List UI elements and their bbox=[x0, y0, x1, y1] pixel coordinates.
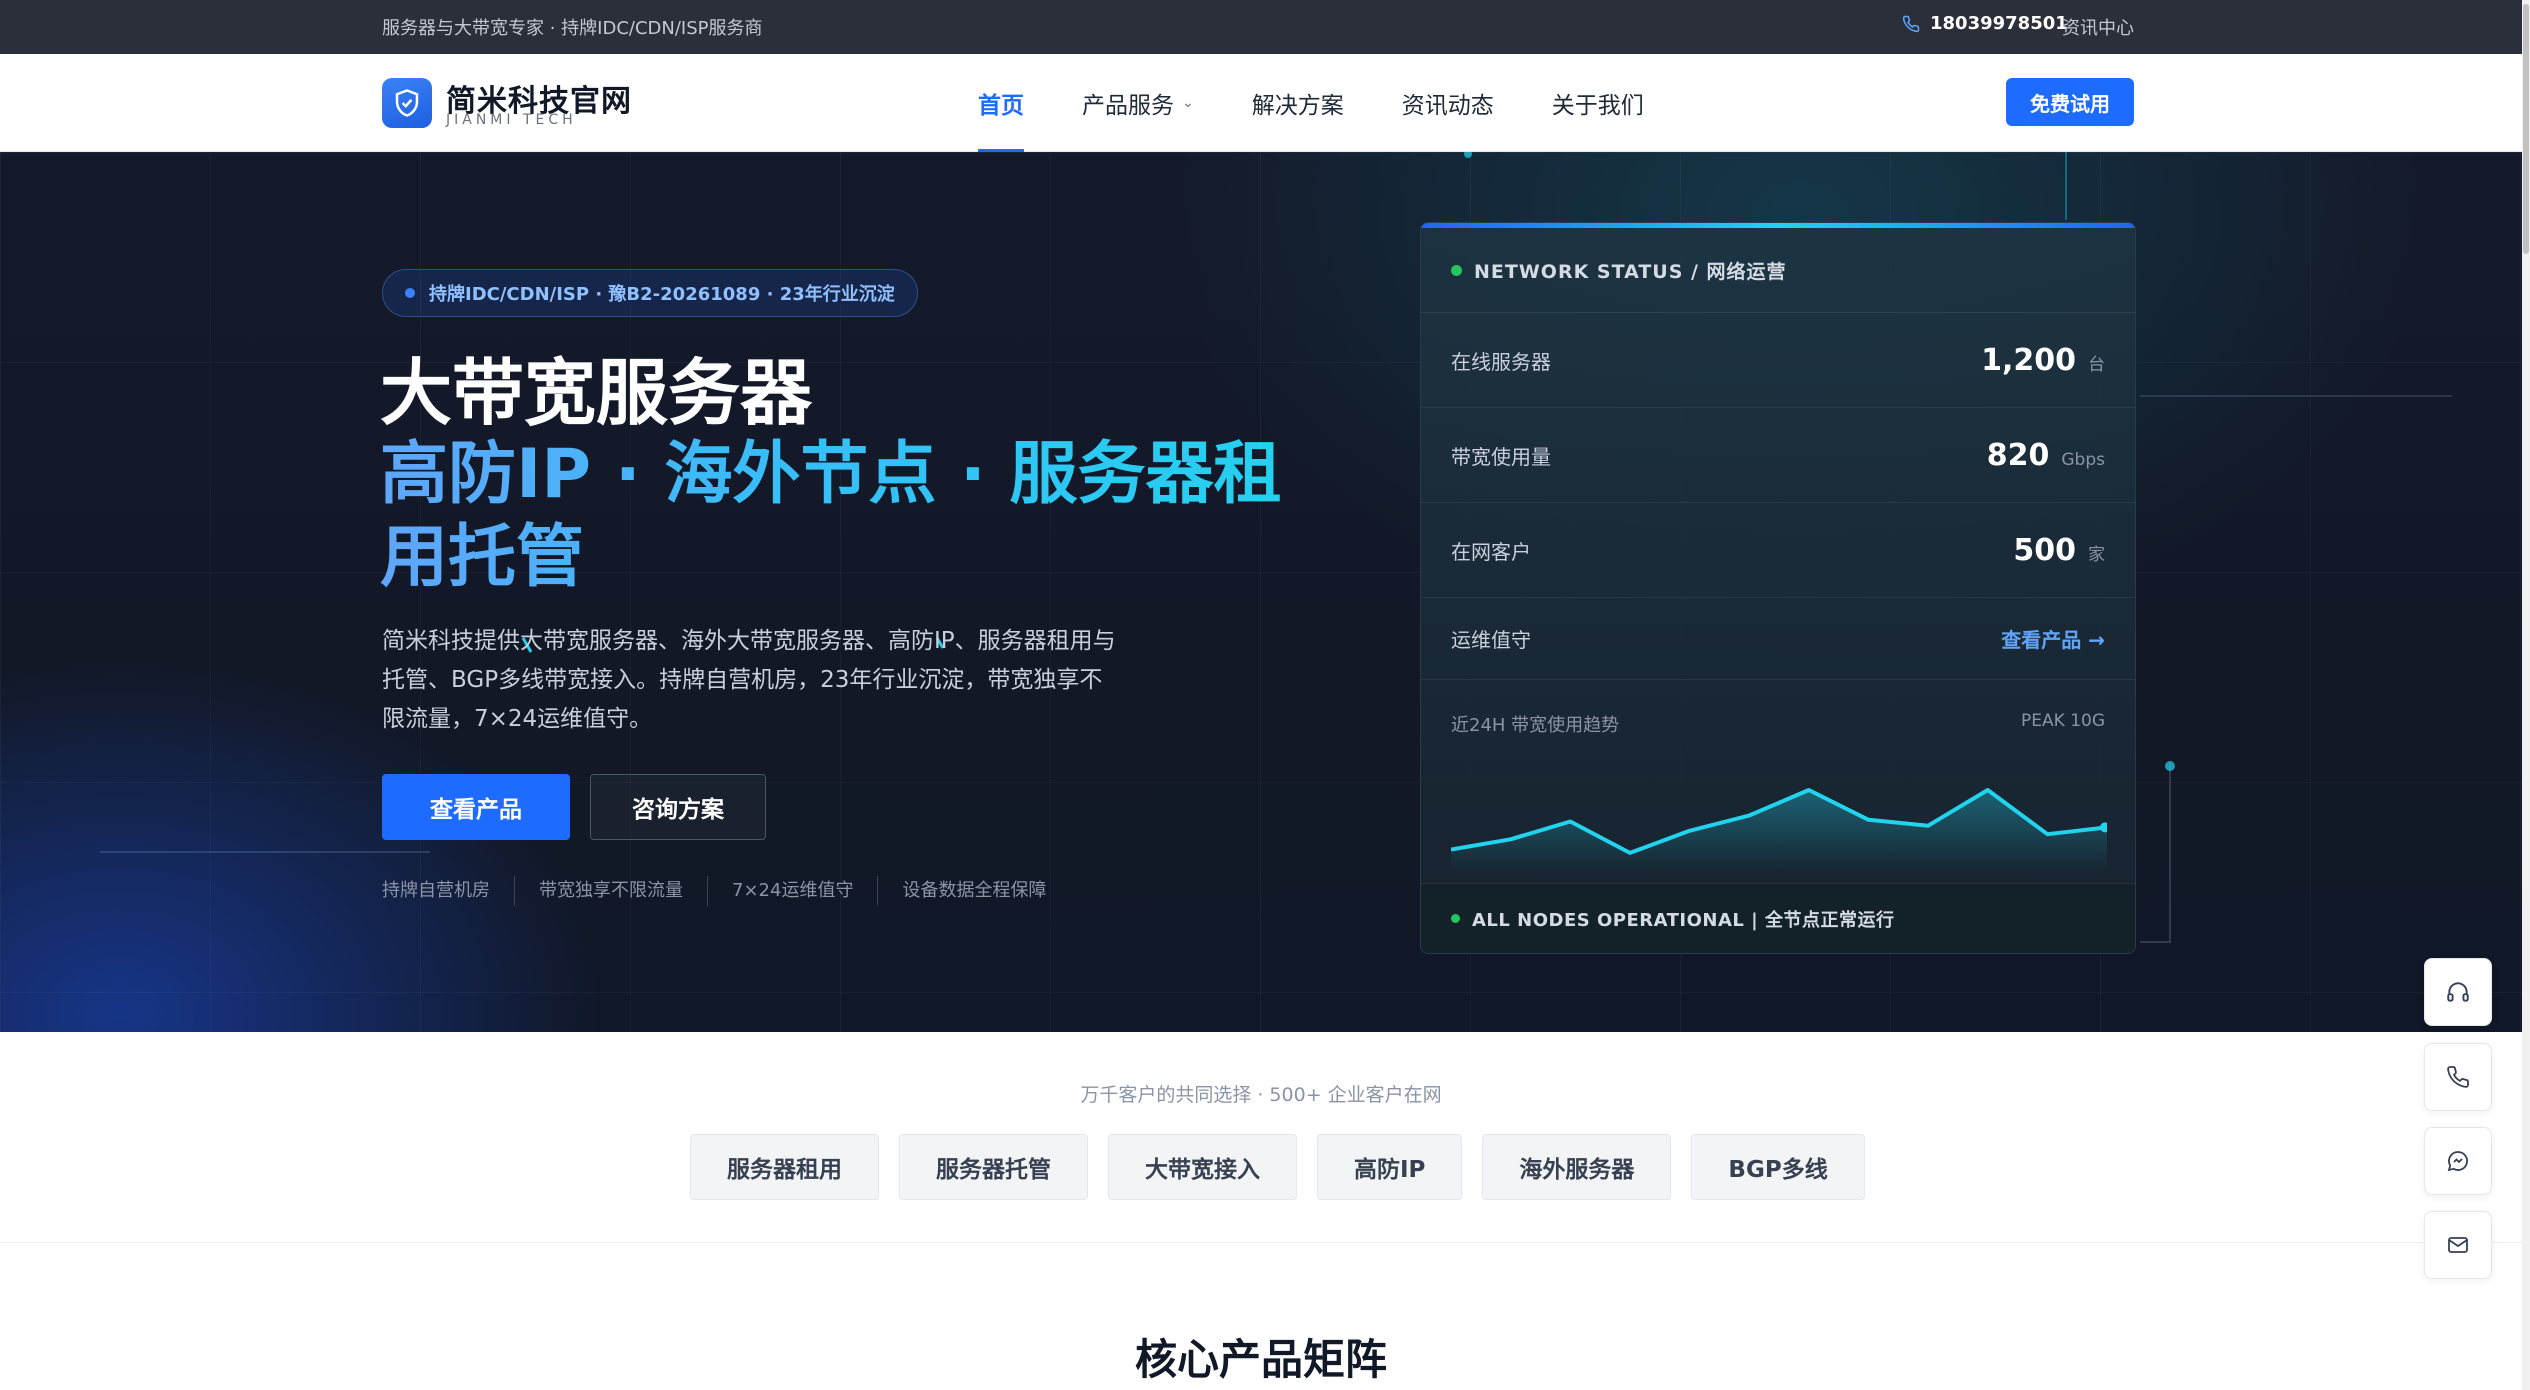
hero-feature-list: 持牌自营机房 带宽独享不限流量 7×24运维值守 设备数据全程保障 bbox=[382, 876, 1070, 906]
card-header: NETWORK STATUS / 网络运营 bbox=[1421, 228, 2135, 313]
feature-item: 持牌自营机房 bbox=[382, 880, 490, 901]
nav-item-news[interactable]: 资讯动态 bbox=[1402, 54, 1494, 152]
badge-dot-icon bbox=[405, 288, 415, 298]
nav-label: 产品服务 bbox=[1082, 93, 1174, 119]
stat-value: 820 Gbps bbox=[1987, 438, 2105, 473]
nav-label: 首页 bbox=[978, 93, 1024, 119]
stat-row-customers: 在网客户 500 家 bbox=[1421, 503, 2135, 598]
headset-icon bbox=[2447, 982, 2469, 1002]
hero-title: 大带宽服务器 bbox=[380, 351, 813, 435]
scrollbar-thumb[interactable] bbox=[2523, 4, 2529, 254]
chat-button[interactable] bbox=[2424, 1127, 2492, 1195]
stat-label: 带宽使用量 bbox=[1451, 444, 1551, 469]
stat-row-ops: 运维值守 查看产品 → bbox=[1421, 598, 2135, 680]
stat-label: 在线服务器 bbox=[1451, 349, 1551, 374]
top-info-bar: 服务器与大带宽专家 · 持牌IDC/CDN/ISP服务商 18039978501… bbox=[0, 0, 2522, 54]
customer-service-button[interactable] bbox=[2424, 958, 2492, 1026]
section-title: 核心产品矩阵 bbox=[1134, 1335, 1387, 1384]
top-phone[interactable]: 18039978501 bbox=[1902, 13, 2068, 34]
nav-label: 关于我们 bbox=[1551, 93, 1644, 119]
phone-button[interactable] bbox=[2424, 1043, 2492, 1111]
stat-number: 1,200 bbox=[1981, 342, 2076, 378]
card-footer-text: ALL NODES OPERATIONAL | 全节点正常运行 bbox=[1472, 909, 1895, 931]
status-dot-icon bbox=[1451, 914, 1460, 923]
feature-item: 带宽独享不限流量 bbox=[514, 876, 707, 906]
service-chip[interactable]: 服务器托管 bbox=[899, 1134, 1088, 1200]
consult-solution-button[interactable]: 咨询方案 bbox=[590, 774, 766, 840]
section-divider bbox=[0, 1242, 2522, 1243]
view-products-link[interactable]: 查看产品 → bbox=[2001, 624, 2105, 653]
chat-icon bbox=[2447, 1151, 2468, 1172]
network-status-card: NETWORK STATUS / 网络运营 在线服务器 1,200 台 带宽使用量… bbox=[1420, 222, 2136, 954]
view-products-button[interactable]: 查看产品 bbox=[382, 774, 570, 840]
nav-label: 解决方案 bbox=[1251, 93, 1344, 119]
nav-item-products[interactable]: 产品服务 ⌄ bbox=[1082, 54, 1194, 152]
service-chip[interactable]: BGP多线 bbox=[1691, 1134, 1865, 1200]
main-navbar: 简米科技官网 JIANMI TECH 首页 产品服务 ⌄ 解决方案 资讯动态 关于… bbox=[0, 54, 2522, 152]
stat-number: 820 bbox=[1986, 437, 2050, 473]
free-trial-button[interactable]: 免费试用 bbox=[2006, 78, 2134, 126]
hero-description: 简米科技提供大带宽服务器、海外大带宽服务器、高防IP、服务器租用与托管、BGP多… bbox=[382, 628, 1116, 733]
trend-label: 近24H 带宽使用趋势 bbox=[1451, 715, 1620, 736]
license-badge: 持牌IDC/CDN/ISP · 豫B2-20261089 · 23年行业沉淀 bbox=[382, 269, 918, 317]
hero-section: 持牌IDC/CDN/ISP · 豫B2-20261089 · 23年行业沉淀 大… bbox=[0, 152, 2522, 1032]
shield-check-icon bbox=[395, 89, 419, 117]
status-dot-icon bbox=[1451, 264, 1462, 276]
service-chip-list: 服务器租用 服务器托管 大带宽接入 高防IP 海外服务器 BGP多线 bbox=[690, 1134, 1865, 1200]
stat-unit: Gbps bbox=[2061, 449, 2105, 470]
stat-value: 500 家 bbox=[2013, 533, 2105, 568]
hero-subtitle: 高防IP · 海外节点 · 服务器租用托管 bbox=[380, 434, 1340, 600]
feature-item: 7×24运维值守 bbox=[707, 876, 877, 906]
stat-unit: 台 bbox=[2088, 354, 2105, 375]
service-chip[interactable]: 海外服务器 bbox=[1482, 1134, 1672, 1200]
card-footer: ALL NODES OPERATIONAL | 全节点正常运行 bbox=[1421, 883, 2135, 953]
nav-item-about[interactable]: 关于我们 bbox=[1552, 54, 1644, 152]
stat-unit: 家 bbox=[2088, 544, 2105, 565]
primary-nav: 首页 产品服务 ⌄ 解决方案 资讯动态 关于我们 bbox=[978, 54, 1702, 152]
news-center-link[interactable]: 资讯中心 bbox=[2062, 14, 2134, 40]
stat-label: 在网客户 bbox=[1451, 539, 1531, 564]
brand-subtitle: JIANMI TECH bbox=[446, 112, 577, 128]
clients-caption: 万千客户的共同选择 · 500+ 企业客户在网 bbox=[1080, 1084, 1442, 1106]
mail-icon bbox=[2448, 1237, 2468, 1253]
feature-item: 设备数据全程保障 bbox=[877, 876, 1070, 906]
stat-row-servers: 在线服务器 1,200 台 bbox=[1421, 313, 2135, 408]
stat-value: 1,200 台 bbox=[1981, 343, 2105, 378]
nav-item-solutions[interactable]: 解决方案 bbox=[1252, 54, 1344, 152]
service-chip[interactable]: 服务器租用 bbox=[690, 1134, 879, 1200]
badge-text: 持牌IDC/CDN/ISP · 豫B2-20261089 · 23年行业沉淀 bbox=[429, 284, 895, 305]
stat-number: 500 bbox=[2013, 532, 2076, 568]
stat-label: 运维值守 bbox=[1451, 628, 1531, 652]
phone-icon bbox=[2447, 1066, 2469, 1088]
logo[interactable] bbox=[382, 78, 432, 128]
stat-row-bandwidth: 带宽使用量 820 Gbps bbox=[1421, 408, 2135, 503]
phone-number: 18039978501 bbox=[1930, 13, 2068, 34]
nav-item-home[interactable]: 首页 bbox=[978, 54, 1024, 152]
service-chip[interactable]: 高防IP bbox=[1317, 1134, 1463, 1200]
trend-peak: PEAK 10G bbox=[2021, 711, 2105, 731]
service-chip[interactable]: 大带宽接入 bbox=[1108, 1134, 1297, 1200]
email-button[interactable] bbox=[2424, 1211, 2492, 1279]
card-header-text: NETWORK STATUS / 网络运营 bbox=[1474, 260, 1787, 283]
top-tagline: 服务器与大带宽专家 · 持牌IDC/CDN/ISP服务商 bbox=[382, 18, 763, 39]
bandwidth-trend-chart bbox=[1451, 788, 2107, 873]
chevron-down-icon: ⌄ bbox=[1182, 95, 1194, 111]
nav-label: 资讯动态 bbox=[1401, 93, 1494, 119]
phone-icon bbox=[1902, 15, 1920, 32]
